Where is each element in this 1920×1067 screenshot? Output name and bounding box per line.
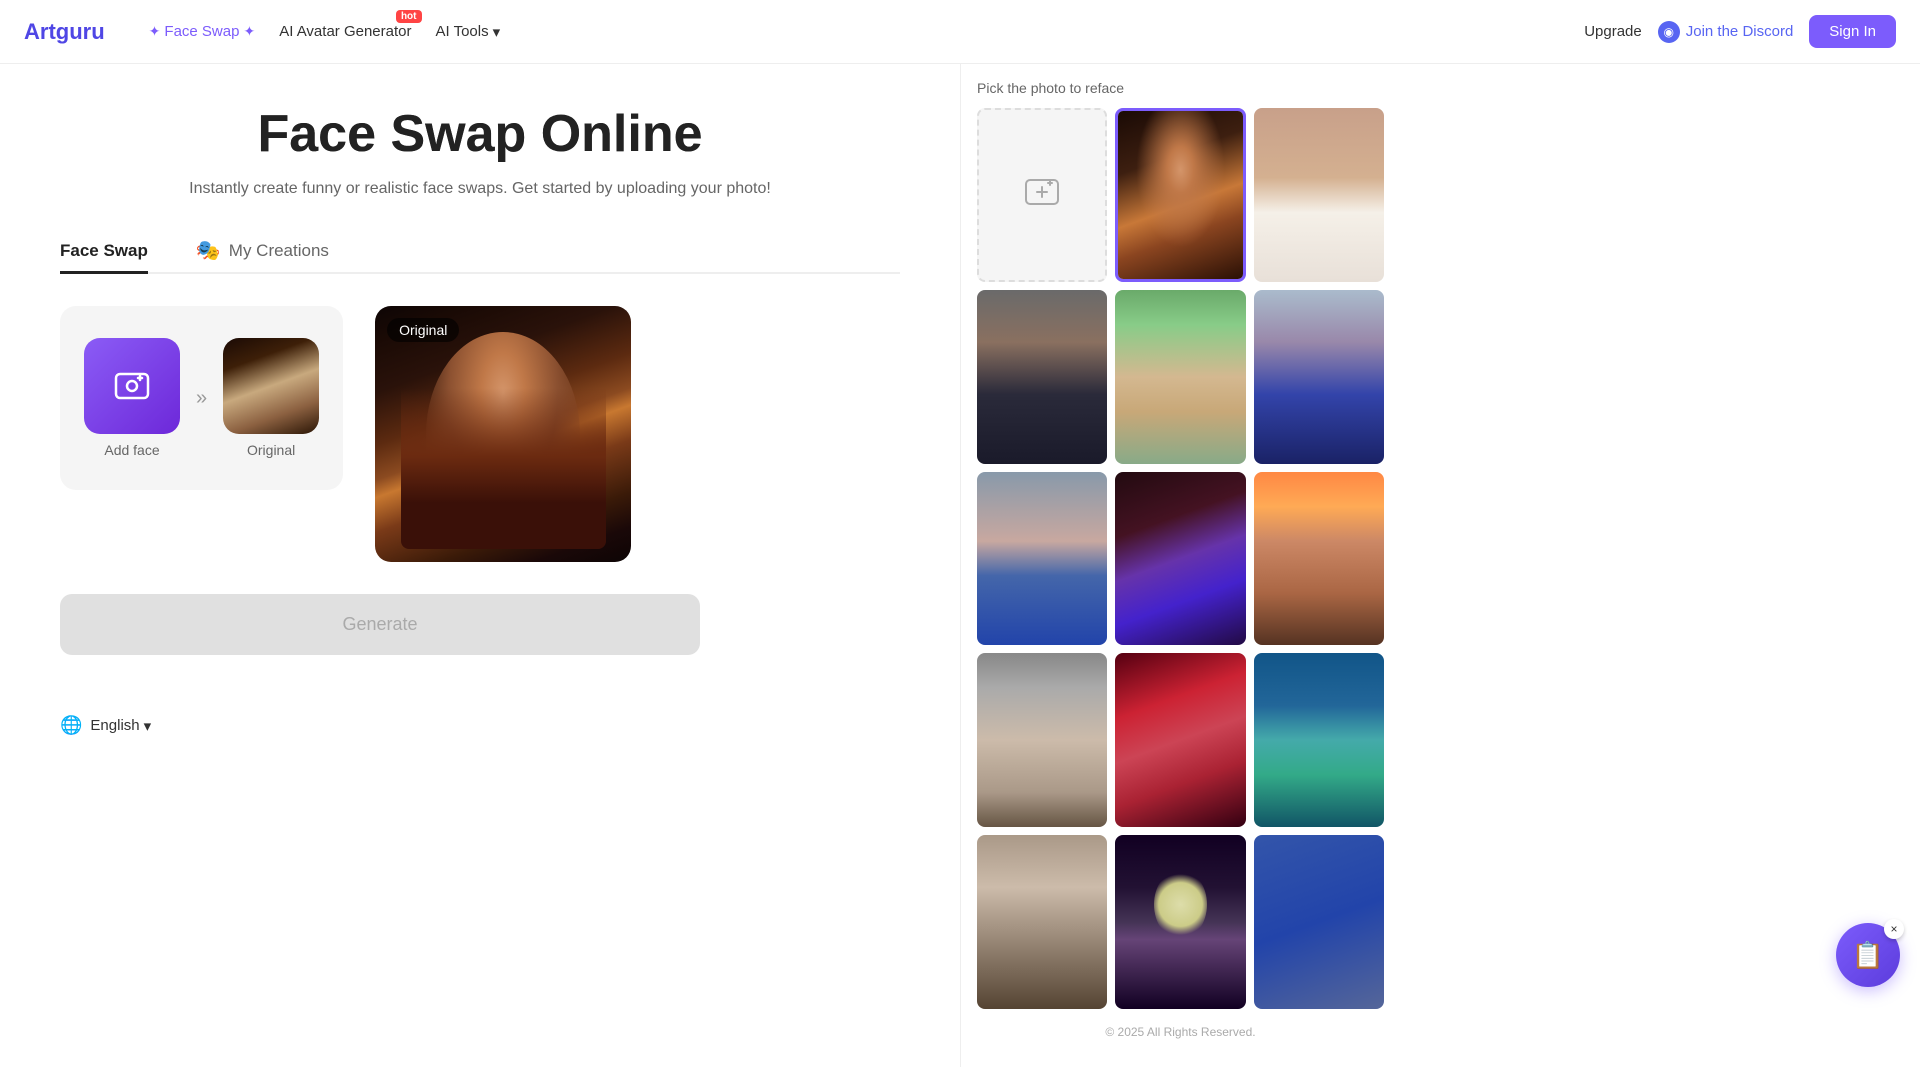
page-title: Face Swap Online bbox=[60, 104, 900, 164]
chat-button[interactable]: 📋 × bbox=[1836, 923, 1900, 987]
language-selector[interactable]: English ▾ bbox=[90, 717, 151, 735]
upload-icon bbox=[1024, 174, 1060, 215]
discord-label: Join the Discord bbox=[1686, 23, 1794, 40]
page-subtitle: Instantly create funny or realistic face… bbox=[60, 180, 900, 198]
photo-item-10[interactable] bbox=[1115, 653, 1245, 827]
original-image bbox=[375, 306, 631, 562]
tab-face-swap-label: Face Swap bbox=[60, 241, 148, 261]
add-face-button[interactable] bbox=[84, 338, 180, 434]
photo-item-4[interactable] bbox=[1115, 290, 1245, 464]
language-label: English bbox=[90, 717, 139, 734]
face-upload-section: Add face » Original bbox=[60, 306, 343, 490]
photo-item-5[interactable] bbox=[1254, 290, 1384, 464]
add-face-label: Add face bbox=[104, 442, 159, 458]
nav-face-swap[interactable]: ✦ Face Swap ✦ bbox=[137, 0, 268, 64]
copyright: © 2025 All Rights Reserved. bbox=[977, 1025, 1384, 1047]
footer: 🌐 English ▾ bbox=[60, 715, 900, 736]
add-photo-icon bbox=[112, 366, 152, 406]
photo-item-8[interactable] bbox=[1254, 472, 1384, 646]
generate-button[interactable]: Generate bbox=[60, 594, 700, 655]
right-panel: Pick the photo to reface bbox=[960, 64, 1400, 1067]
close-icon: × bbox=[1890, 922, 1897, 936]
panel-title: Pick the photo to reface bbox=[977, 80, 1384, 96]
original-image-container: Original bbox=[375, 306, 900, 562]
creations-emoji: 🎭 bbox=[196, 238, 221, 263]
logo[interactable]: Artguru bbox=[24, 19, 105, 45]
face-row: Add face » Original bbox=[84, 338, 319, 458]
photo-item-3[interactable] bbox=[977, 290, 1107, 464]
tab-my-creations[interactable]: 🎭 My Creations bbox=[196, 230, 329, 274]
discord-button[interactable]: ◉ Join the Discord bbox=[1658, 21, 1794, 43]
nav-ai-tools[interactable]: AI Tools ▾ bbox=[424, 0, 513, 64]
nav-ai-tools-label: AI Tools bbox=[436, 23, 489, 40]
main-layout: Face Swap Online Instantly create funny … bbox=[0, 64, 1920, 1067]
tab-face-swap[interactable]: Face Swap bbox=[60, 230, 148, 274]
photo-item-12[interactable] bbox=[977, 835, 1107, 1009]
nav-ai-avatar[interactable]: AI Avatar Generator hot bbox=[267, 0, 423, 64]
photo-item-11[interactable] bbox=[1254, 653, 1384, 827]
photo-item-6[interactable] bbox=[977, 472, 1107, 646]
signin-button[interactable]: Sign In bbox=[1809, 15, 1896, 48]
navbar: Artguru ✦ Face Swap ✦ AI Avatar Generato… bbox=[0, 0, 1920, 64]
star-icon: ✦ bbox=[149, 23, 161, 40]
discord-icon: ◉ bbox=[1658, 21, 1680, 43]
upgrade-button[interactable]: Upgrade bbox=[1584, 23, 1642, 40]
photo-item-14[interactable] bbox=[1254, 835, 1384, 1009]
photo-grid bbox=[977, 108, 1384, 1009]
original-label: Original bbox=[247, 442, 295, 458]
tab-my-creations-label: My Creations bbox=[229, 241, 329, 261]
original-thumbnail bbox=[223, 338, 319, 434]
chat-close-button[interactable]: × bbox=[1884, 919, 1904, 939]
nav-face-swap-label: Face Swap bbox=[164, 23, 239, 40]
swap-area: Add face » Original Original bbox=[60, 306, 900, 562]
upload-photo-slot[interactable] bbox=[977, 108, 1107, 282]
photo-item-1[interactable] bbox=[1115, 108, 1245, 282]
sparkle-icon: ✦ bbox=[243, 23, 255, 40]
chevron-down-icon: ▾ bbox=[493, 23, 501, 41]
arrow-icon: » bbox=[196, 387, 207, 410]
nav-ai-avatar-label: AI Avatar Generator bbox=[279, 23, 411, 40]
photo-item-2[interactable] bbox=[1254, 108, 1384, 282]
photo-item-7[interactable] bbox=[1115, 472, 1245, 646]
photo-item-9[interactable] bbox=[977, 653, 1107, 827]
hot-badge: hot bbox=[396, 10, 422, 23]
photo-item-13[interactable] bbox=[1115, 835, 1245, 1009]
content-area: Face Swap Online Instantly create funny … bbox=[0, 64, 960, 1067]
language-chevron-icon: ▾ bbox=[144, 717, 152, 735]
globe-icon: 🌐 bbox=[60, 715, 82, 736]
chat-icon: 📋 bbox=[1852, 940, 1884, 971]
nav-right: Upgrade ◉ Join the Discord Sign In bbox=[1584, 15, 1896, 48]
tabs: Face Swap 🎭 My Creations bbox=[60, 230, 900, 274]
original-badge: Original bbox=[387, 318, 459, 342]
